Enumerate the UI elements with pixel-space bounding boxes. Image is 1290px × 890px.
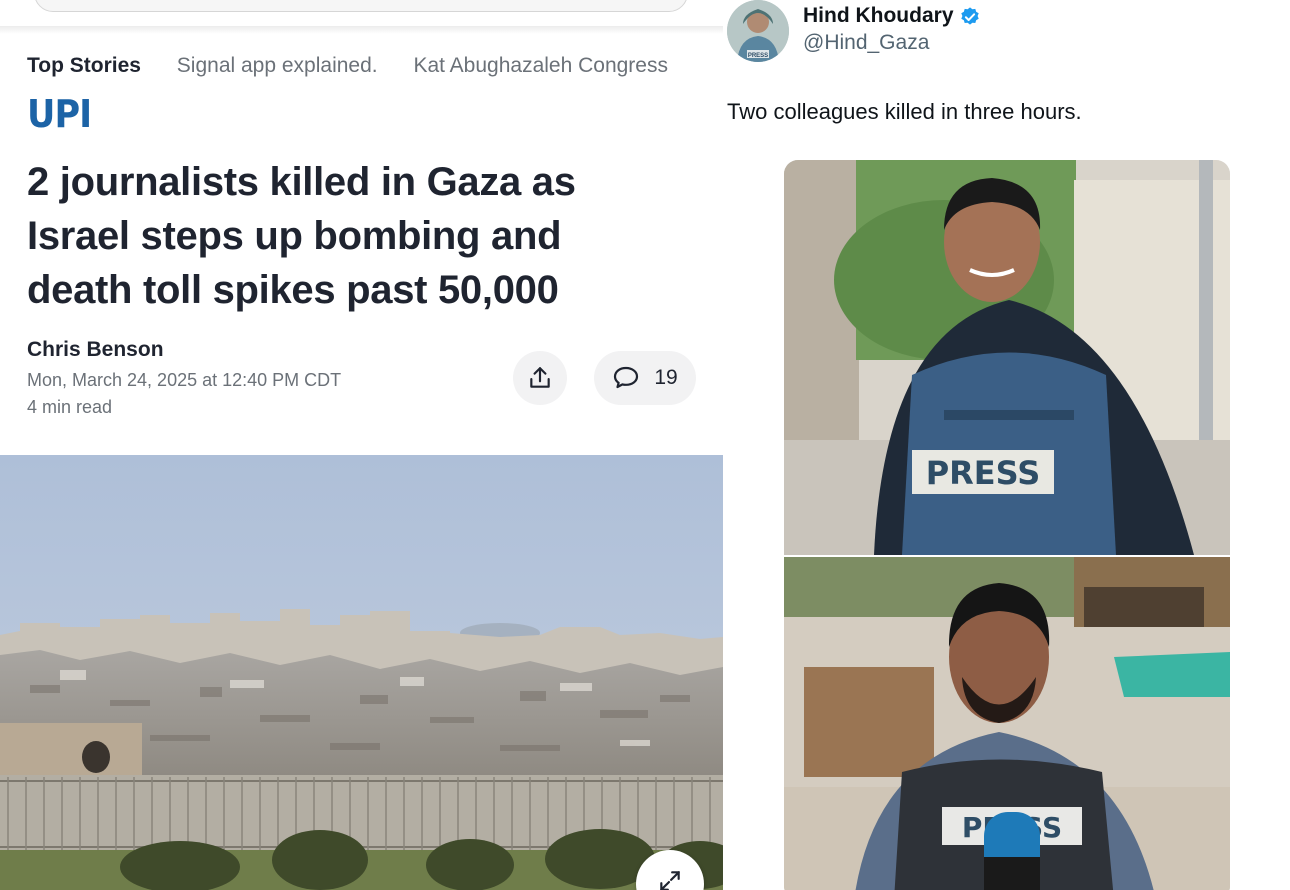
story-link-kat-abughazaleh[interactable]: Kat Abughazaleh Congress bbox=[413, 54, 668, 78]
tweet-photo-2[interactable]: PRESS bbox=[784, 557, 1230, 890]
verified-badge-icon bbox=[961, 7, 979, 25]
article-author[interactable]: Chris Benson bbox=[27, 338, 164, 362]
tweet-handle[interactable]: @Hind_Gaza bbox=[803, 31, 929, 55]
tweet-panel: PRESS Hind Khoudary @Hind_Gaza Two colle… bbox=[723, 0, 1290, 890]
tweet-media-grid: PRESS PRESS bbox=[784, 160, 1230, 890]
publisher-logo[interactable]: UPI bbox=[27, 95, 92, 133]
news-article-panel: Top Stories Signal app explained. Kat Ab… bbox=[0, 0, 723, 890]
stories-fade bbox=[667, 54, 707, 82]
tweet-photo-1[interactable]: PRESS bbox=[784, 160, 1230, 555]
avatar[interactable]: PRESS bbox=[727, 0, 789, 62]
share-button[interactable] bbox=[513, 351, 567, 405]
journalist-photo-2: PRESS bbox=[784, 557, 1230, 890]
top-stories-title: Top Stories bbox=[27, 54, 141, 77]
search-input[interactable] bbox=[34, 0, 688, 12]
comments-button[interactable]: 19 bbox=[594, 351, 696, 405]
article-photo[interactable] bbox=[0, 455, 723, 890]
tweet-display-name[interactable]: Hind Khoudary bbox=[803, 4, 954, 28]
gaza-rubble-illustration bbox=[0, 455, 723, 890]
journalist-photo-1: PRESS bbox=[784, 160, 1230, 555]
article-headline: 2 journalists killed in Gaza as Israel s… bbox=[27, 160, 576, 312]
vest-label-1: PRESS bbox=[926, 454, 1041, 492]
top-stories-bar: Top Stories Signal app explained. Kat Ab… bbox=[27, 54, 707, 82]
article-date: Mon, March 24, 2025 at 12:40 PM CDT bbox=[27, 370, 342, 390]
comment-icon bbox=[614, 366, 639, 389]
expand-icon bbox=[660, 871, 680, 890]
share-icon bbox=[530, 367, 550, 388]
story-link-signal[interactable]: Signal app explained. bbox=[177, 54, 378, 78]
comment-count: 19 bbox=[654, 366, 678, 389]
tweet-text: Two colleagues killed in three hours. bbox=[727, 99, 1082, 124]
avatar-press-badge: PRESS bbox=[748, 53, 768, 59]
article-read-time: 4 min read bbox=[27, 397, 113, 417]
avatar-image: PRESS bbox=[727, 0, 789, 62]
header-shadow bbox=[0, 26, 723, 34]
